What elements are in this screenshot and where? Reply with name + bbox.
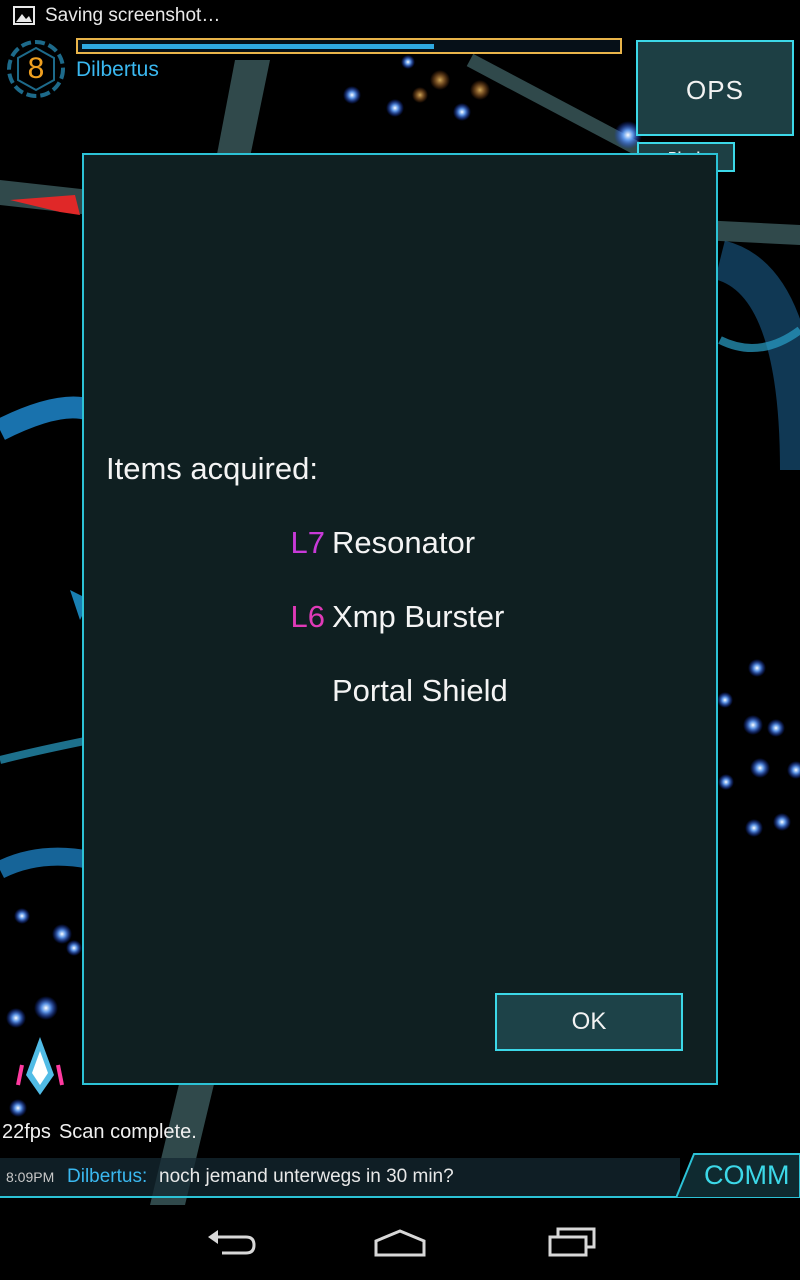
item-level: L7 [290,525,325,560]
status-notification: Saving screenshot… [45,5,221,26]
item-level: L6 [290,599,325,634]
ok-button[interactable]: OK [495,993,683,1051]
item-name: Portal Shield [332,673,508,708]
fps-counter: 22fps [2,1121,51,1143]
comm-message: noch jemand unterwegs in 30 min? [159,1166,454,1187]
ops-button[interactable]: OPS [636,40,794,136]
back-icon[interactable] [200,1223,260,1263]
comm-preview[interactable]: 8:09PM Dilbertus: noch jemand unterwegs … [0,1158,680,1198]
home-icon[interactable] [370,1223,430,1263]
items-acquired-dialog: Items acquired: L7 Resonator L6 Xmp Burs… [82,153,718,1085]
xp-progress-fill [82,44,434,49]
comm-button[interactable]: COMM [676,1152,800,1198]
agent-level-badge[interactable]: 8 [5,38,67,100]
scan-status: Scan complete. [58,1121,197,1143]
acquired-item: Portal Shield [84,673,720,717]
agent-name[interactable]: Dilbertus [76,58,159,82]
status-bar: Saving screenshot… [0,0,800,34]
item-name: Xmp Burster [332,599,505,634]
comm-button-label: COMM [704,1160,790,1190]
ok-button-label: OK [571,1008,607,1035]
scan-status-line: 22fps Scan complete. [2,1121,197,1144]
xp-progress-bar [76,38,622,54]
recents-icon[interactable] [542,1223,602,1263]
acquired-item: L7 Resonator [84,525,720,569]
item-name: Resonator [332,525,476,560]
navigation-bar [0,1205,800,1280]
agent-level: 8 [27,52,45,85]
ops-button-label: OPS [686,75,744,105]
comm-time: 8:09PM [6,1169,55,1185]
acquired-item: L6 Xmp Burster [84,599,720,643]
dialog-heading: Items acquired: [106,451,318,486]
image-icon [13,6,35,25]
comm-sender: Dilbertus: [67,1166,148,1187]
